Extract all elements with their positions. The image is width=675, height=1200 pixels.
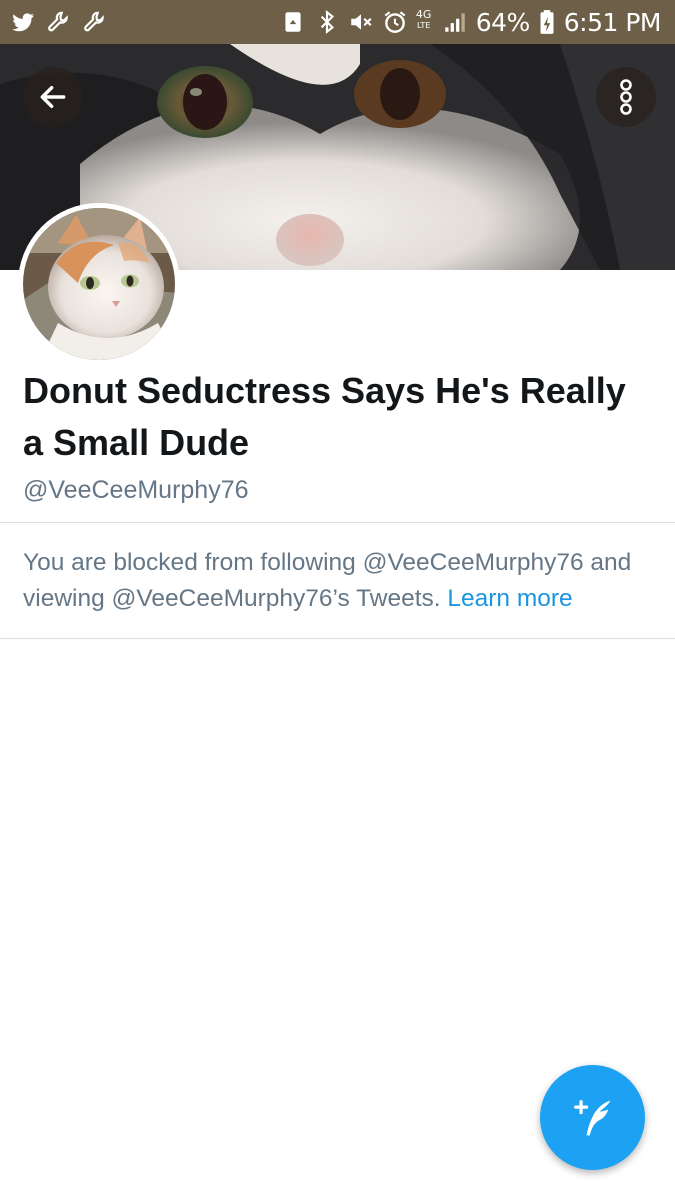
alarm-icon (382, 9, 408, 35)
more-options-button[interactable] (596, 67, 656, 127)
clock: 6:51 PM (563, 7, 662, 37)
vibrate-mute-icon (348, 9, 374, 35)
compose-tweet-button[interactable] (540, 1065, 645, 1170)
network-type-icon: 4G LTE (415, 8, 432, 30)
arrow-left-icon (40, 85, 66, 109)
compose-tweet-icon (573, 1099, 610, 1135)
bluetooth-icon (314, 9, 340, 35)
status-bar: 4G LTE 64% 6:51 PM (0, 0, 675, 44)
learn-more-link[interactable]: Learn more (447, 585, 572, 612)
back-button[interactable] (23, 67, 83, 127)
twitter-bird-icon (10, 9, 36, 35)
profile-display-name: Donut Seductress Says He's Really a Smal… (23, 370, 626, 463)
recycle-icon (280, 9, 306, 35)
profile-page: 4G LTE 64% 6:51 PM Donut Seductress Says… (0, 0, 675, 1200)
blocked-notice: You are blocked from following @VeeCeeMu… (23, 545, 663, 617)
wrench-icon (82, 9, 108, 35)
status-left-icons (10, 0, 108, 44)
wrench-icon (46, 9, 72, 35)
battery-percent: 64% (475, 7, 531, 37)
status-right-icons: 4G LTE 64% 6:51 PM (280, 0, 662, 44)
signal-icon (442, 9, 468, 35)
divider (0, 522, 675, 523)
more-vertical-icon (620, 79, 632, 115)
profile-handle: @VeeCeeMurphy76 (23, 476, 249, 504)
battery-charging-icon (538, 9, 556, 35)
divider (0, 638, 675, 639)
avatar[interactable] (18, 203, 180, 365)
